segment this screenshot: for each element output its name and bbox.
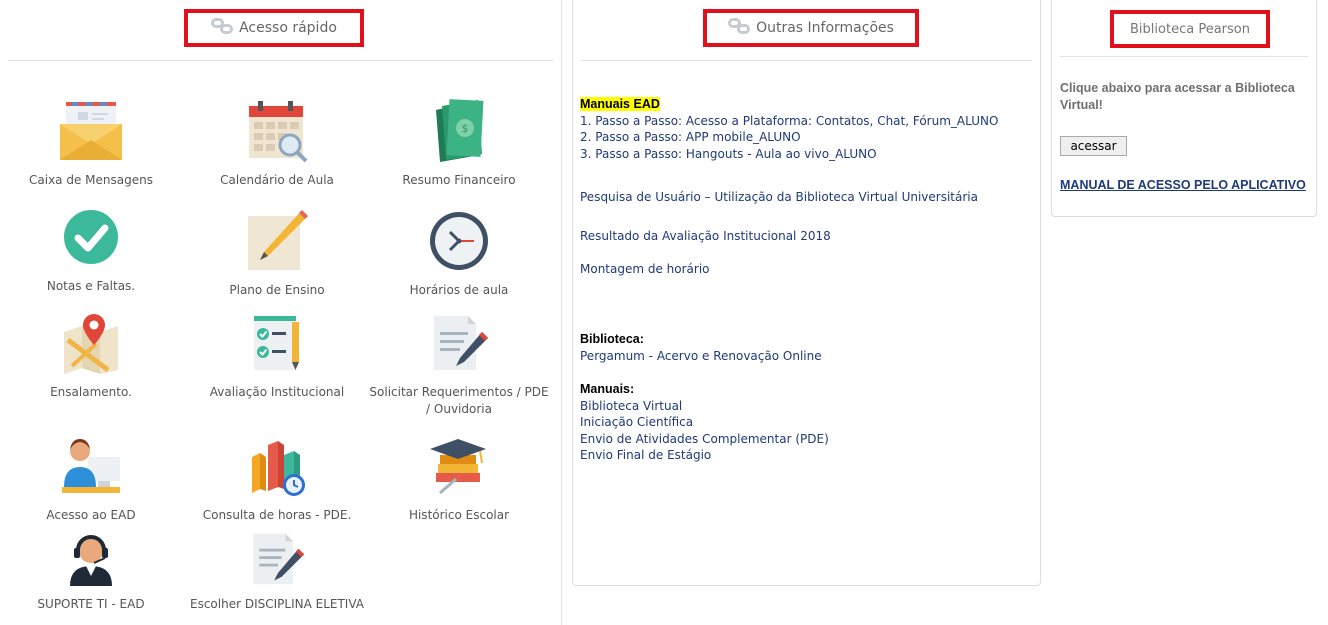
tile-label: Plano de Ensino <box>229 283 325 297</box>
tile-solicitar-requerimentos[interactable]: Solicitar Requerimentos / PDE / Ouvidori… <box>368 310 550 418</box>
tile-historico-escolar[interactable]: Histórico Escolar <box>368 433 550 524</box>
tile-acesso-ao-ead[interactable]: Acesso ao EAD <box>0 433 182 524</box>
tile-notas-e-faltas[interactable]: Notas e Faltas. <box>0 204 182 295</box>
resultado-avaliacao-link[interactable]: Resultado da Avaliação Institucional 201… <box>580 228 831 245</box>
biblioteca-pearson-title: Biblioteca Pearson <box>1130 21 1250 37</box>
tile-label: Histórico Escolar <box>408 508 510 522</box>
map-pin-icon <box>58 310 124 376</box>
acessar-button[interactable]: acessar <box>1060 136 1127 156</box>
tile-plano-de-ensino[interactable]: Plano de Ensino <box>186 208 368 299</box>
tile-label: Ensalamento. <box>50 385 132 399</box>
tile-label: Notas e Faltas. <box>46 279 136 293</box>
biblioteca-section: Biblioteca: Pergamum - Acervo e Renovaçã… <box>580 331 822 364</box>
manuais-ead-link-2[interactable]: 2. Passo a Passo: APP mobile_ALUNO <box>580 129 998 146</box>
tile-consulta-de-horas-pde[interactable]: Consulta de horas - PDE. <box>186 433 368 524</box>
manual-acesso-aplicativo-link[interactable]: MANUAL DE ACESSO PELO APLICATIVO <box>1060 178 1306 192</box>
document-edit-icon <box>244 530 310 588</box>
calendar-search-icon <box>244 98 310 164</box>
manuais-heading: Manuais: <box>580 382 635 396</box>
biblioteca-pearson-panel: Biblioteca Pearson Clique abaixo para ac… <box>1051 0 1317 217</box>
support-headset-icon <box>58 530 124 588</box>
acesso-rapido-title: Acesso rápido <box>239 20 337 36</box>
link-chain-icon <box>211 18 234 38</box>
acesso-rapido-title-box: Acesso rápido <box>184 9 364 47</box>
montagem-section: Montagem de horário <box>580 261 710 278</box>
tile-label: Resumo Financeiro <box>402 173 516 187</box>
resultado-section: Resultado da Avaliação Institucional 201… <box>580 228 831 245</box>
tile-calendario-de-aula[interactable]: Calendário de Aula <box>186 98 368 189</box>
tile-horarios-de-aula[interactable]: Horários de aula <box>368 208 550 299</box>
acesso-rapido-panel: Acesso rápido Caixa de Mensagens Calendá… <box>0 0 562 625</box>
outras-informacoes-title: Outras Informações <box>756 20 894 36</box>
tile-label: Horários de aula <box>409 283 509 297</box>
checklist-icon <box>244 310 310 376</box>
manual-estagio-link[interactable]: Envio Final de Estágio <box>580 447 829 464</box>
tile-label: Avaliação Institucional <box>209 385 345 399</box>
pesquisa-section: Pesquisa de Usuário – Utilização da Bibl… <box>580 189 978 206</box>
manuais-section: Manuais: Biblioteca Virtual Iniciação Ci… <box>580 381 829 464</box>
tile-ensalamento[interactable]: Ensalamento. <box>0 310 182 401</box>
link-chain-icon <box>728 18 751 38</box>
tile-label: Consulta de horas - PDE. <box>202 508 352 522</box>
pergamum-link[interactable]: Pergamum - Acervo e Renovação Online <box>580 348 822 365</box>
biblioteca-heading: Biblioteca: <box>580 332 644 346</box>
tile-suporte-ti-ead[interactable]: SUPORTE TI - EAD <box>0 530 182 613</box>
manual-biblioteca-virtual-link[interactable]: Biblioteca Virtual <box>580 398 829 415</box>
tile-label: SUPORTE TI - EAD <box>37 597 145 611</box>
money-bills-icon: $ <box>426 98 492 164</box>
manuais-ead-heading: Manuais EAD <box>580 97 660 111</box>
montagem-horario-link[interactable]: Montagem de horário <box>580 261 710 278</box>
pesquisa-usuario-link[interactable]: Pesquisa de Usuário – Utilização da Bibl… <box>580 189 978 206</box>
biblioteca-pearson-title-box: Biblioteca Pearson <box>1110 10 1270 48</box>
manuais-ead-link-1[interactable]: 1. Passo a Passo: Acesso a Plataforma: C… <box>580 113 998 130</box>
biblioteca-pearson-description: Clique abaixo para acessar a Biblioteca … <box>1060 81 1295 112</box>
tile-escolher-disciplina-eletiva[interactable]: Escolher DISCIPLINA ELETIVA <box>186 530 368 613</box>
document-edit-icon <box>426 310 492 376</box>
svg-text:$: $ <box>462 122 469 135</box>
tile-label: Acesso ao EAD <box>46 508 136 522</box>
tile-caixa-de-mensagens[interactable]: Caixa de Mensagens <box>0 98 182 189</box>
manuais-ead-link-3[interactable]: 3. Passo a Passo: Hangouts - Aula ao viv… <box>580 146 998 163</box>
tile-avaliacao-institucional[interactable]: Avaliação Institucional <box>186 310 368 401</box>
outras-informacoes-title-box: Outras Informações <box>703 9 919 47</box>
check-circle-icon <box>58 204 124 270</box>
books-graduation-icon <box>426 433 492 499</box>
tile-label: Caixa de Mensagens <box>29 173 153 187</box>
pencil-paper-icon <box>244 208 310 274</box>
manual-iniciacao-cientifica-link[interactable]: Iniciação Científica <box>580 414 829 431</box>
outras-informacoes-panel: Outras Informações Manuais EAD 1. Passo … <box>572 0 1041 586</box>
tile-label: Calendário de Aula <box>220 173 334 187</box>
tile-label: Solicitar Requerimentos / PDE / Ouvidori… <box>369 385 549 416</box>
mail-envelope-icon <box>58 98 124 164</box>
tile-label: Escolher DISCIPLINA ELETIVA <box>190 597 364 611</box>
clock-icon <box>426 208 492 274</box>
tile-resumo-financeiro[interactable]: $ Resumo Financeiro <box>368 98 550 189</box>
user-computer-icon <box>58 433 124 499</box>
manuais-ead-section: Manuais EAD 1. Passo a Passo: Acesso a P… <box>580 96 998 162</box>
manual-atividades-complementar-link[interactable]: Envio de Atividades Complementar (PDE) <box>580 431 829 448</box>
bar-chart-clock-icon <box>244 433 310 499</box>
